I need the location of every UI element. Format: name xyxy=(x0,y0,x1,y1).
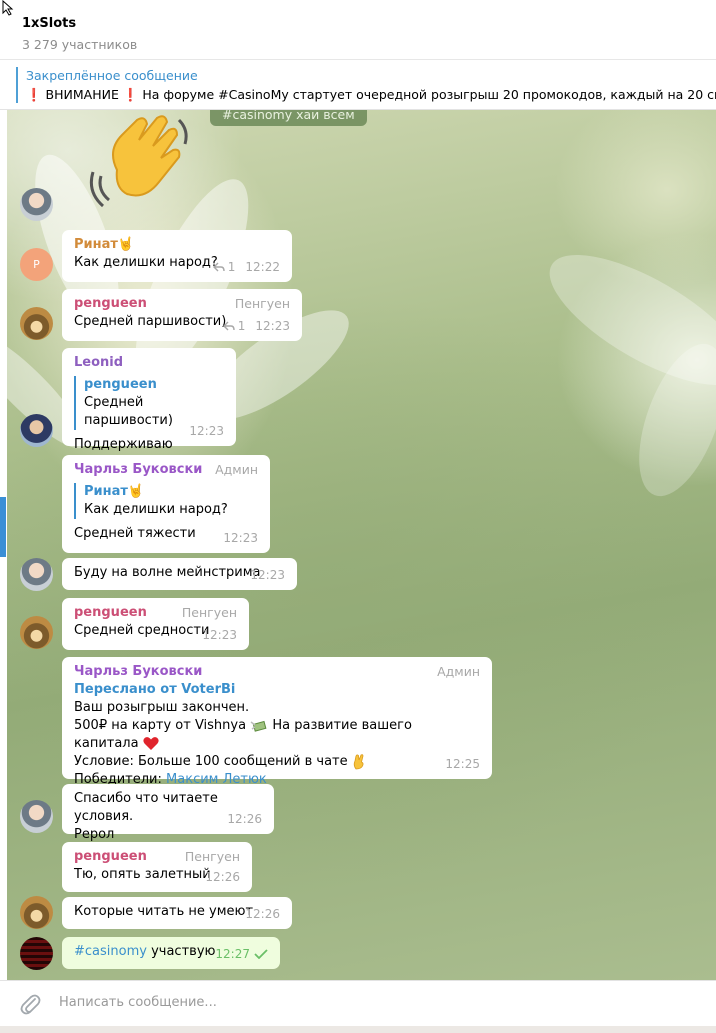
member-role: Админ xyxy=(215,462,258,477)
window-bottom-edge xyxy=(0,1026,716,1033)
message-bubble-own[interactable]: #casinomy участвую 12:27 xyxy=(62,937,280,969)
message-time: 12:23 xyxy=(255,319,290,333)
top-message-fragment[interactable]: #casinomy хаи всем xyxy=(210,110,367,126)
message-composer[interactable] xyxy=(0,980,716,1026)
message-text-line: Ваш розыгрыш закончен. xyxy=(74,700,250,715)
message-time: 12:23 xyxy=(223,531,258,545)
message-text-line: Условие: Больше 100 сообщений в чате xyxy=(74,753,480,771)
avatar[interactable] xyxy=(20,616,53,649)
message-bubble[interactable]: Leonid pengueen Средней паршивости) Подд… xyxy=(62,348,236,452)
reply-counter[interactable]: 1 xyxy=(212,258,236,276)
pinned-message[interactable]: Закреплённое сообщение ❗ ВНИМАНИЕ ❗ На ф… xyxy=(0,60,716,110)
quote-author: Ринат🤘 xyxy=(84,484,145,499)
hashtag-link[interactable]: #casinomy xyxy=(74,944,147,959)
red-heart-icon xyxy=(143,737,159,750)
message-meta: 12:23 xyxy=(202,626,237,644)
message-time: 12:27 xyxy=(215,947,250,961)
sent-check-icon xyxy=(254,949,268,959)
message-time: 12:26 xyxy=(227,812,262,826)
message-bubble[interactable]: pengueen Пенгуен Средней средности 12:23 xyxy=(62,598,249,650)
message-bubble[interactable]: Чарльз Буковски Админ Переслано от Voter… xyxy=(62,657,492,787)
message-input[interactable] xyxy=(59,995,679,1010)
pinned-text: ❗ ВНИМАНИЕ ❗ На форуме #CasinoMy стартуе… xyxy=(26,87,716,102)
member-count: 3 279 участников xyxy=(22,37,138,52)
chat-header[interactable]: 1xSlots 3 279 участников xyxy=(0,0,716,60)
avatar[interactable] xyxy=(20,558,53,591)
sender-name[interactable]: Leonid xyxy=(74,354,224,372)
message-meta: 12:26 xyxy=(205,868,240,886)
message-text-segment: Условие: Больше 100 сообщений в чате xyxy=(74,754,348,769)
avatar[interactable] xyxy=(20,937,53,970)
message-text-segment: участвую xyxy=(151,944,216,959)
crossed-fingers-icon xyxy=(353,753,364,769)
quote-text: Как делишки народ? xyxy=(84,502,228,517)
avatar[interactable] xyxy=(20,896,53,929)
pinned-accent-bar xyxy=(16,67,18,103)
message-meta: 12:23 xyxy=(250,566,285,584)
message-meta: 12:23 xyxy=(223,529,258,547)
quote-author: pengueen xyxy=(84,377,157,392)
message-bubble[interactable]: Ринат🤘 Как делишки народ? 1 12:22 xyxy=(62,230,292,282)
reply-counter[interactable]: 1 xyxy=(222,317,246,335)
left-accent-bar xyxy=(0,497,6,557)
message-meta: 12:25 xyxy=(445,755,480,773)
reply-arrow-icon xyxy=(212,262,225,272)
sender-name[interactable]: Ринат🤘 xyxy=(74,236,280,254)
message-time: 12:25 xyxy=(445,757,480,771)
waving-hand-sticker-icon[interactable] xyxy=(87,110,197,210)
message-bubble[interactable]: Которые читать не умеют 12:26 xyxy=(62,897,292,929)
message-list[interactable]: #casinomy хаи всем Р Ринат🤘 Как делишки … xyxy=(7,110,716,980)
message-bubble[interactable]: Спасибо что читаете условия. Рерол 12:26 xyxy=(62,784,274,842)
money-with-wings-icon xyxy=(250,720,267,732)
message-text-segment: 500₽ на карту от Vishnya xyxy=(74,718,247,733)
mouse-cursor-icon xyxy=(2,0,14,16)
message-bubble[interactable]: pengueen Пенгуен Средней паршивости) 1 1… xyxy=(62,289,302,341)
paperclip-icon[interactable] xyxy=(19,992,41,1016)
avatar[interactable] xyxy=(20,800,53,833)
message-bubble[interactable]: Чарльз Буковски Админ Ринат🤘 Как делишки… xyxy=(62,455,270,553)
reply-quote[interactable]: Ринат🤘 Как делишки народ? xyxy=(74,483,258,519)
message-meta: 12:23 xyxy=(189,422,224,440)
member-role: Пенгуен xyxy=(234,296,290,311)
pinned-title: Закреплённое сообщение xyxy=(26,68,198,83)
message-meta: 1 12:22 xyxy=(212,258,280,276)
message-bubble[interactable]: Буду на волне мейнстрима 12:23 xyxy=(62,558,297,590)
member-role: Пенгуен xyxy=(181,605,237,620)
member-role: Пенгуен xyxy=(184,849,240,864)
message-time: 12:23 xyxy=(202,628,237,642)
message-meta: 12:26 xyxy=(245,905,280,923)
message-text-line: 500₽ на карту от Vishnya На развитие ваш… xyxy=(74,717,480,753)
avatar[interactable] xyxy=(20,188,53,221)
chat-title: 1xSlots xyxy=(22,16,77,31)
message-time: 12:26 xyxy=(205,870,240,884)
reply-count: 1 xyxy=(237,319,246,333)
message-meta: 12:26 xyxy=(227,810,262,828)
message-time: 12:23 xyxy=(250,568,285,582)
message-meta: 12:27 xyxy=(215,945,268,963)
message-time: 12:22 xyxy=(245,260,280,274)
member-role: Админ xyxy=(437,664,480,679)
reply-arrow-icon xyxy=(222,321,235,331)
message-bubble[interactable]: pengueen Пенгуен Тю, опять залетный 12:2… xyxy=(62,842,252,892)
message-meta: 1 12:23 xyxy=(222,317,290,335)
avatar[interactable]: Р xyxy=(20,248,53,281)
reply-count: 1 xyxy=(227,260,236,274)
message-time: 12:23 xyxy=(189,424,224,438)
avatar[interactable] xyxy=(20,307,53,340)
avatar[interactable] xyxy=(20,414,53,447)
message-time: 12:26 xyxy=(245,907,280,921)
sender-name[interactable]: Чарльз Буковски xyxy=(74,663,480,681)
forwarded-from[interactable]: Переслано от VoterBi xyxy=(74,681,480,699)
